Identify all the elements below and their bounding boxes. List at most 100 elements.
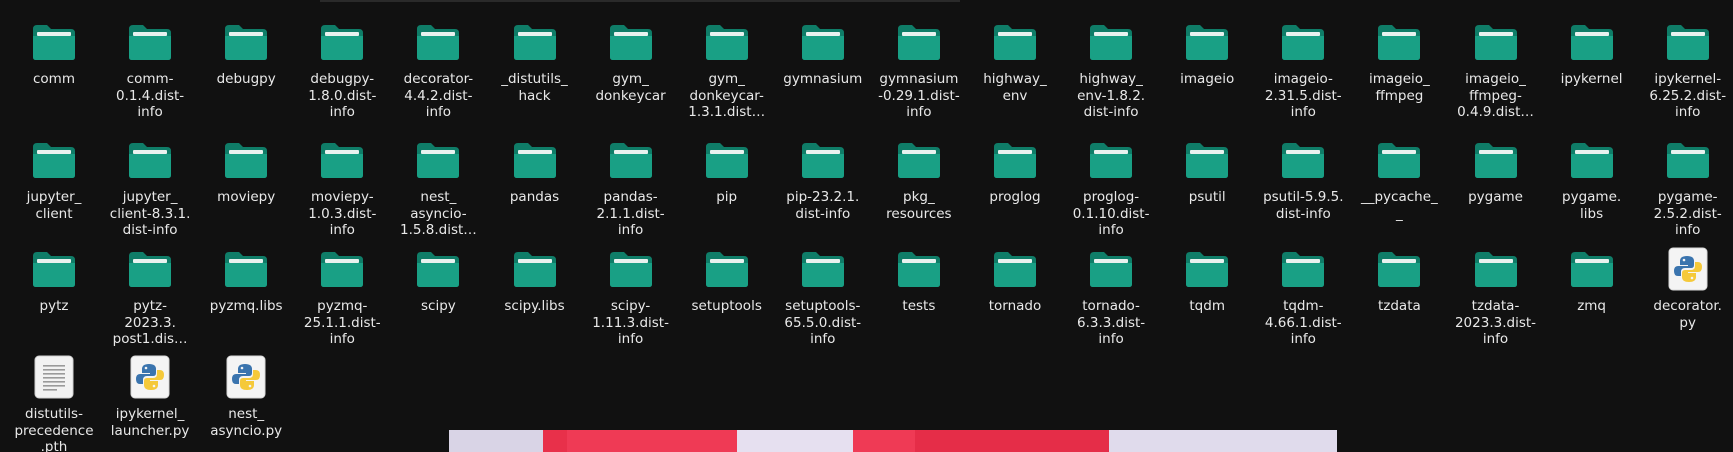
item-label: pygame — [1468, 189, 1523, 205]
strip-segment — [853, 430, 915, 452]
folder-item[interactable]: debugpy- 1.8.0.dist- info — [294, 18, 390, 121]
item-label: pytz — [39, 298, 69, 314]
folder-item[interactable]: psutil — [1159, 136, 1255, 206]
item-label: __pycache_ _ — [1360, 189, 1438, 222]
item-label: pandas- 2.1.1.dist- info — [596, 189, 665, 238]
folder-item[interactable]: pytz- 2023.3. post1.dis… — [102, 245, 198, 348]
folder-icon — [222, 136, 270, 184]
item-label: gym_ donkeycar- 1.3.1.dist… — [688, 71, 766, 120]
file-item[interactable]: distutils- precedence .pth — [6, 353, 102, 452]
folder-item[interactable]: pygame — [1448, 136, 1544, 206]
folder-icon — [1087, 18, 1135, 66]
folder-item[interactable]: moviepy- 1.0.3.dist- info — [294, 136, 390, 239]
item-label: gymnasium -0.29.1.dist- info — [878, 71, 960, 120]
folder-item[interactable]: setuptools — [679, 245, 775, 315]
file-item[interactable]: ipykernel_ launcher.py — [102, 353, 198, 439]
folder-item[interactable]: tests — [871, 245, 967, 315]
folder-item[interactable]: decorator- 4.4.2.dist- info — [390, 18, 486, 121]
folder-item[interactable]: setuptools- 65.5.0.dist- info — [775, 245, 871, 348]
folder-item[interactable]: tzdata — [1351, 245, 1447, 315]
folder-item[interactable]: nest_ asyncio- 1.5.8.dist… — [390, 136, 486, 239]
python-file-icon — [222, 353, 270, 401]
item-label: tqdm- 4.66.1.dist- info — [1264, 298, 1342, 347]
folder-icon — [318, 136, 366, 184]
folder-icon — [414, 136, 462, 184]
folder-item[interactable]: pip — [679, 136, 775, 206]
strip-segment — [1109, 430, 1337, 452]
item-label: pip-23.2.1. dist-info — [786, 189, 860, 222]
item-label: imageio_ ffmpeg — [1368, 71, 1430, 104]
folder-item[interactable]: jupyter_ client — [6, 136, 102, 222]
folder-item[interactable]: proglog- 0.1.10.dist- info — [1063, 136, 1159, 239]
folder-item[interactable]: pip-23.2.1. dist-info — [775, 136, 871, 222]
item-label: imageio — [1180, 71, 1235, 87]
folder-item[interactable]: moviepy — [198, 136, 294, 206]
folder-item[interactable]: imageio_ ffmpeg- 0.4.9.dist… — [1448, 18, 1544, 121]
folder-item[interactable]: highway_ env-1.8.2. dist-info — [1063, 18, 1159, 121]
folder-item[interactable]: comm — [6, 18, 102, 88]
folder-icon — [1279, 18, 1327, 66]
folder-icon — [126, 245, 174, 293]
folder-item[interactable]: pandas — [487, 136, 583, 206]
folder-item[interactable]: debugpy — [198, 18, 294, 88]
folder-item[interactable]: jupyter_ client-8.3.1. dist-info — [102, 136, 198, 239]
folder-item[interactable]: tqdm — [1159, 245, 1255, 315]
folder-icon — [30, 18, 78, 66]
folder-icon — [1568, 136, 1616, 184]
folder-item[interactable]: tqdm- 4.66.1.dist- info — [1255, 245, 1351, 348]
folder-item[interactable]: imageio — [1159, 18, 1255, 88]
folder-item[interactable]: pygame- 2.5.2.dist- info — [1640, 136, 1733, 239]
folder-item[interactable]: pyzmq.libs — [198, 245, 294, 315]
item-label: pytz- 2023.3. post1.dis… — [112, 298, 188, 347]
folder-item[interactable]: comm- 0.1.4.dist- info — [102, 18, 198, 121]
folder-item[interactable]: pyzmq- 25.1.1.dist- info — [294, 245, 390, 348]
folder-icon — [1375, 136, 1423, 184]
folder-item[interactable]: gymnasium — [775, 18, 871, 88]
item-label: pygame. libs — [1562, 189, 1622, 222]
folder-item[interactable]: _distutils_ hack — [487, 18, 583, 104]
folder-icon — [1183, 245, 1231, 293]
folder-item[interactable]: scipy.libs — [487, 245, 583, 315]
item-label: tqdm — [1189, 298, 1225, 314]
folder-item[interactable]: tornado — [967, 245, 1063, 315]
python-file-icon — [126, 353, 174, 401]
folder-item[interactable]: gym_ donkeycar — [583, 18, 679, 104]
strip-segment — [543, 430, 567, 452]
folder-item[interactable]: scipy- 1.11.3.dist- info — [583, 245, 679, 348]
item-label: pip — [716, 189, 738, 205]
folder-item[interactable]: ipykernel — [1544, 18, 1640, 88]
strip-segment — [915, 430, 1109, 452]
file-grid: comm comm- 0.1.4.dist- info debugpy debugpy… — [0, 0, 1733, 452]
item-label: gym_ donkeycar — [595, 71, 666, 104]
folder-item[interactable]: pandas- 2.1.1.dist- info — [583, 136, 679, 239]
folder-item[interactable]: pytz — [6, 245, 102, 315]
folder-item[interactable]: highway_ env — [967, 18, 1063, 104]
folder-item[interactable]: psutil-5.9.5. dist-info — [1255, 136, 1351, 222]
folder-item[interactable]: imageio_ ffmpeg — [1351, 18, 1447, 104]
file-item[interactable]: nest_ asyncio.py — [198, 353, 294, 439]
item-label: ipykernel_ launcher.py — [110, 406, 190, 439]
folder-item[interactable]: gymnasium -0.29.1.dist- info — [871, 18, 967, 121]
folder-icon — [1375, 245, 1423, 293]
folder-item[interactable]: pygame. libs — [1544, 136, 1640, 222]
folder-item[interactable]: tzdata- 2023.3.dist- info — [1448, 245, 1544, 348]
folder-icon — [895, 18, 943, 66]
folder-item[interactable]: __pycache_ _ — [1351, 136, 1447, 222]
text-file-icon — [30, 353, 78, 401]
folder-item[interactable]: proglog — [967, 136, 1063, 206]
folder-item[interactable]: scipy — [390, 245, 486, 315]
folder-item[interactable]: ipykernel- 6.25.2.dist- info — [1640, 18, 1733, 121]
folder-icon — [1279, 136, 1327, 184]
folder-icon — [1183, 18, 1231, 66]
folder-icon — [1664, 18, 1712, 66]
folder-item[interactable]: pkg_ resources — [871, 136, 967, 222]
item-label: imageio- 2.31.5.dist- info — [1264, 71, 1342, 120]
folder-item[interactable]: tornado- 6.3.3.dist- info — [1063, 245, 1159, 348]
folder-icon — [799, 245, 847, 293]
folder-item[interactable]: imageio- 2.31.5.dist- info — [1255, 18, 1351, 121]
file-item[interactable]: decorator. py — [1640, 245, 1733, 331]
folder-item[interactable]: zmq — [1544, 245, 1640, 315]
folder-icon — [1472, 136, 1520, 184]
folder-icon — [30, 136, 78, 184]
folder-item[interactable]: gym_ donkeycar- 1.3.1.dist… — [679, 18, 775, 121]
